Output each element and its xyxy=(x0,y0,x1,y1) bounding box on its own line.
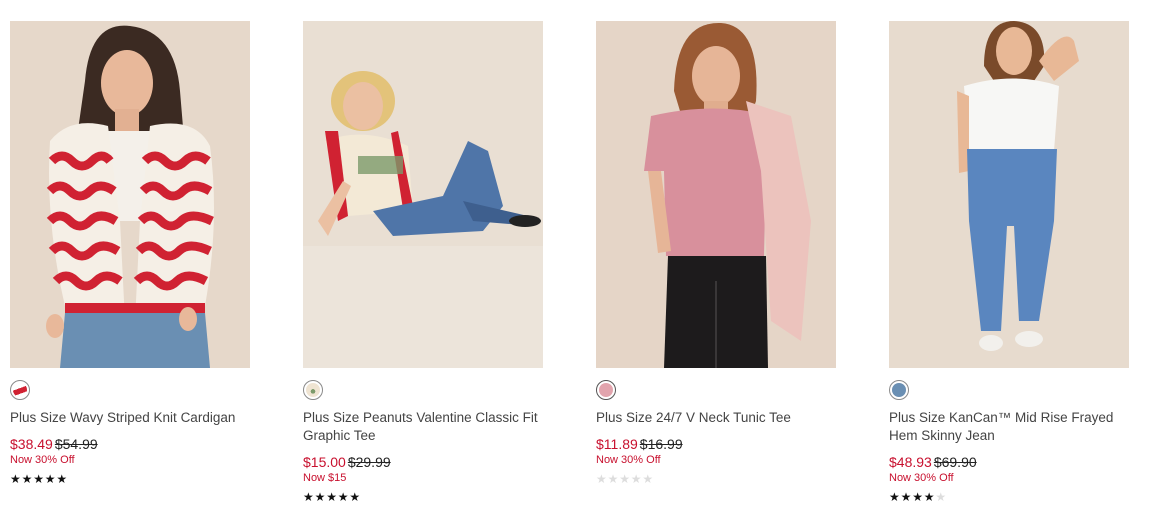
star-rating: ★★★★★ xyxy=(596,471,836,487)
promo-text: Now 30% Off xyxy=(889,472,954,484)
product-grid: Plus Size Wavy Striped Knit Cardigan $38… xyxy=(0,0,1154,509)
price: $38.49 $54.99 xyxy=(10,436,250,452)
color-swatches xyxy=(889,380,1129,404)
star-filled-icon: ★ xyxy=(900,490,912,504)
product-image[interactable] xyxy=(596,21,836,368)
original-price: $54.99 xyxy=(54,436,98,452)
product-card: Plus Size 24/7 V Neck Tunic Tee $11.89 $1… xyxy=(596,21,836,487)
star-filled-icon: ★ xyxy=(303,490,314,504)
star-filled-icon: ★ xyxy=(912,490,923,504)
color-swatch-red-stripe[interactable] xyxy=(10,380,30,400)
star-filled-icon: ★ xyxy=(314,490,326,504)
product-title[interactable]: Plus Size Wavy Striped Knit Cardigan xyxy=(10,409,250,427)
product-card: Plus Size Wavy Striped Knit Cardigan $38… xyxy=(10,21,250,487)
star-filled-icon: ★ xyxy=(21,472,33,486)
product-photo-tunic-tee xyxy=(596,21,836,368)
product-image[interactable] xyxy=(10,21,250,368)
star-filled-icon: ★ xyxy=(326,490,337,504)
product-image[interactable] xyxy=(303,21,543,368)
product-title[interactable]: Plus Size KanCan™ Mid Rise Frayed Hem Sk… xyxy=(889,409,1129,445)
star-filled-icon: ★ xyxy=(923,490,935,504)
original-price: $29.99 xyxy=(347,454,391,470)
product-card: Plus Size Peanuts Valentine Classic Fit … xyxy=(303,21,543,505)
sale-price: $15.00 xyxy=(303,454,346,470)
star-rating: ★★★★★ xyxy=(303,489,543,505)
original-price: $16.99 xyxy=(639,436,683,452)
product-photo-graphic-tee xyxy=(303,21,543,368)
star-empty-icon: ★ xyxy=(596,472,607,486)
star-rating: ★★★★★ xyxy=(889,489,1129,505)
color-swatches xyxy=(303,380,543,404)
star-filled-icon: ★ xyxy=(33,472,44,486)
star-empty-icon: ★ xyxy=(935,490,947,504)
star-filled-icon: ★ xyxy=(349,490,361,504)
star-empty-icon: ★ xyxy=(630,472,642,486)
color-swatches xyxy=(596,380,836,404)
promo-text: Now $15 xyxy=(303,472,347,484)
product-title[interactable]: Plus Size Peanuts Valentine Classic Fit … xyxy=(303,409,543,445)
star-empty-icon: ★ xyxy=(642,472,654,486)
product-image[interactable] xyxy=(889,21,1129,368)
sale-price: $48.93 xyxy=(889,454,932,470)
color-swatches xyxy=(10,380,250,404)
color-swatch-pink[interactable] xyxy=(596,380,616,400)
price: $48.93 $69.90 xyxy=(889,454,1129,470)
color-swatch-natural[interactable] xyxy=(303,380,323,400)
star-empty-icon: ★ xyxy=(607,472,619,486)
price: $11.89 $16.99 xyxy=(596,436,836,452)
star-filled-icon: ★ xyxy=(44,472,56,486)
promo-text: Now 30% Off xyxy=(10,454,75,466)
star-rating: ★★★★★ xyxy=(10,471,250,487)
star-filled-icon: ★ xyxy=(10,472,21,486)
color-swatch-denim[interactable] xyxy=(889,380,909,400)
product-photo-skinny-jean xyxy=(889,21,1129,368)
star-empty-icon: ★ xyxy=(619,472,630,486)
star-filled-icon: ★ xyxy=(56,472,68,486)
original-price: $69.90 xyxy=(933,454,977,470)
sale-price: $11.89 xyxy=(596,436,638,452)
star-filled-icon: ★ xyxy=(889,490,900,504)
product-photo-cardigan xyxy=(10,21,250,368)
sale-price: $38.49 xyxy=(10,436,53,452)
product-title[interactable]: Plus Size 24/7 V Neck Tunic Tee xyxy=(596,409,836,427)
promo-text: Now 30% Off xyxy=(596,454,661,466)
star-filled-icon: ★ xyxy=(337,490,349,504)
price: $15.00 $29.99 xyxy=(303,454,543,470)
product-card: Plus Size KanCan™ Mid Rise Frayed Hem Sk… xyxy=(889,21,1129,505)
